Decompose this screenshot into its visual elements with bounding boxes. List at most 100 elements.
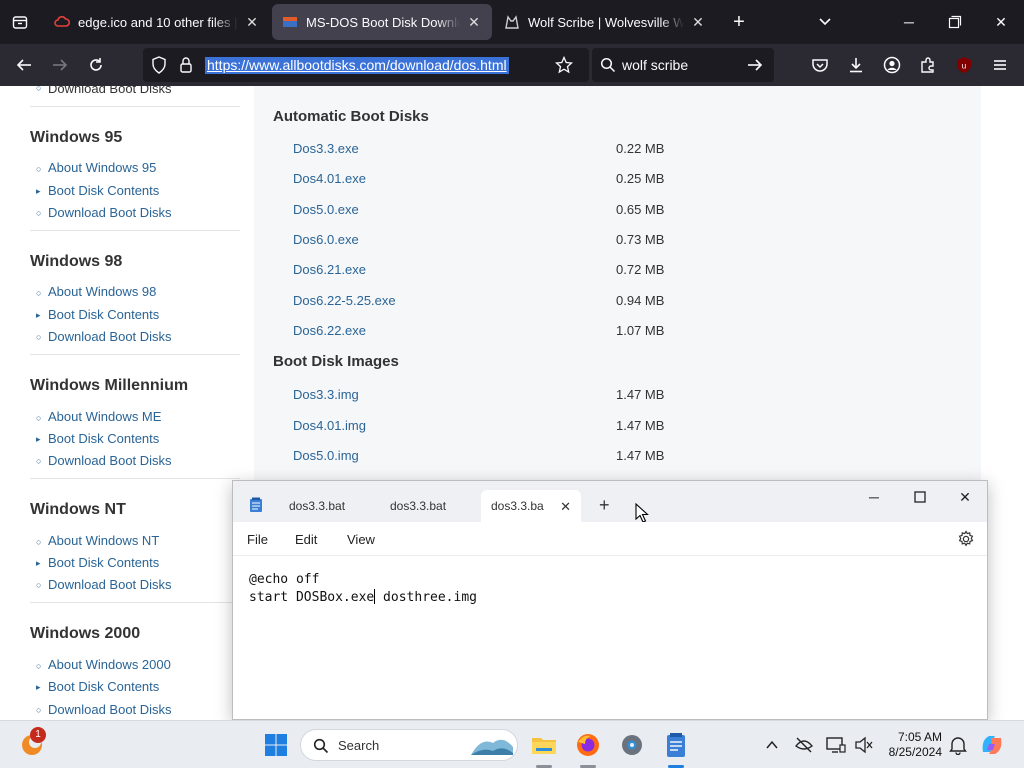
notepad-taskbar-icon[interactable]	[662, 731, 690, 759]
sidebar-link-contents[interactable]: Boot Disk Contents	[48, 679, 159, 694]
url-text[interactable]: https://www.allbootdisks.com/download/do…	[205, 57, 509, 74]
sidebar-link-download[interactable]: Download Boot Disks	[48, 702, 172, 717]
file-download-link[interactable]: Dos6.21.exe	[293, 262, 366, 277]
notepad-app-icon	[249, 497, 263, 513]
chevron-down-icon[interactable]	[815, 12, 835, 32]
sidebar-heading-winme: Windows Millennium	[30, 377, 189, 394]
file-download-link[interactable]: Dos5.0.exe	[293, 202, 359, 217]
sidebar-link-download[interactable]: Download Boot Disks	[48, 577, 172, 592]
sidebar-link-about[interactable]: About Windows 98	[48, 284, 156, 299]
close-icon[interactable]: ✕	[690, 14, 706, 30]
volume-muted-icon[interactable]	[850, 731, 878, 759]
menu-file[interactable]: File	[247, 532, 268, 547]
bullet-icon: ○	[36, 580, 42, 590]
minimize-icon[interactable]: ─	[899, 12, 919, 32]
browser-tab-files[interactable]: edge.ico and 10 other files | File ✕	[44, 4, 270, 40]
file-download-link[interactable]: Dos4.01.img	[293, 418, 366, 433]
editor-line-2-rest: dosthree.img	[375, 590, 477, 605]
browser-tab-msdos[interactable]: MS-DOS Boot Disk Download | ✕	[272, 4, 492, 40]
back-arrow-icon[interactable]	[12, 53, 36, 77]
sidebar-heading-winnt: Windows NT	[30, 501, 126, 518]
search-icon	[600, 57, 616, 78]
sidebar-link-about[interactable]: About Windows NT	[48, 533, 159, 548]
go-arrow-icon[interactable]	[746, 56, 764, 79]
svg-text:u: u	[962, 62, 966, 71]
bullet-icon: ○	[36, 288, 42, 298]
url-bar[interactable]: https://www.allbootdisks.com/download/do…	[143, 48, 589, 82]
taskbar-search-box[interactable]: Search	[300, 729, 518, 761]
sidebar-link-about[interactable]: About Windows 2000	[48, 657, 171, 672]
extensions-icon[interactable]	[916, 53, 940, 77]
firefox-icon[interactable]	[574, 731, 602, 759]
search-input[interactable]: wolf scribe	[622, 57, 688, 73]
file-size: 1.47 MB	[616, 448, 665, 463]
bookmark-star-icon[interactable]	[554, 55, 574, 79]
gear-icon[interactable]	[957, 530, 975, 548]
file-size: 1.47 MB	[616, 417, 665, 433]
display-icon[interactable]	[822, 731, 850, 759]
close-window-icon[interactable]: ✕	[991, 12, 1011, 32]
notepad-tab[interactable]: dos3.3.bat	[279, 490, 379, 522]
file-download-link[interactable]: Dos6.22-5.25.exe	[293, 293, 396, 308]
file-download-link[interactable]: Dos3.3.img	[293, 387, 359, 402]
notepad-titlebar: dos3.3.bat dos3.3.bat dos3.3.ba ✕ + ─ ✕	[233, 481, 987, 523]
pocket-icon[interactable]	[808, 53, 832, 77]
close-icon[interactable]: ✕	[560, 499, 571, 515]
notepad-tab[interactable]: dos3.3.bat	[380, 490, 480, 522]
close-window-icon[interactable]: ✕	[955, 487, 975, 507]
shield-icon[interactable]	[151, 56, 167, 79]
hamburger-menu-icon[interactable]	[988, 53, 1012, 77]
copilot-icon[interactable]	[978, 731, 1006, 759]
notepad-menubar: File Edit View	[233, 522, 987, 556]
sidebar-link-about[interactable]: About Windows ME	[48, 409, 161, 424]
minimize-icon[interactable]: ─	[864, 487, 884, 507]
ublock-icon[interactable]: u	[952, 53, 976, 77]
sidebar-link-download[interactable]: Download Boot Disks	[48, 86, 172, 96]
restore-icon[interactable]	[945, 12, 965, 32]
file-download-link[interactable]: Dos5.0.img	[293, 448, 359, 463]
forward-arrow-icon[interactable]	[48, 53, 72, 77]
download-icon[interactable]	[844, 53, 868, 77]
menu-view[interactable]: View	[347, 532, 375, 547]
file-download-link[interactable]: Dos6.22.exe	[293, 323, 366, 338]
cloud-icon	[54, 14, 70, 30]
close-icon[interactable]: ✕	[244, 14, 260, 30]
account-icon[interactable]	[880, 53, 904, 77]
sidebar-link-download[interactable]: Download Boot Disks	[48, 329, 172, 344]
sidebar-link-about[interactable]: About Windows 95	[48, 160, 156, 175]
taskbar-clock[interactable]: 7:05 AM 8/25/2024	[886, 730, 942, 760]
maximize-icon[interactable]	[910, 487, 930, 507]
file-download-link[interactable]: Dos6.0.exe	[293, 232, 359, 247]
sidebar-link-contents[interactable]: Boot Disk Contents	[48, 307, 159, 322]
reload-icon[interactable]	[84, 53, 108, 77]
sidebar-link-download[interactable]: Download Boot Disks	[48, 453, 172, 468]
sidebar-link-contents[interactable]: Boot Disk Contents	[48, 183, 159, 198]
notepad-tab-active[interactable]: dos3.3.ba ✕	[481, 490, 581, 522]
wolf-icon	[504, 14, 520, 30]
sidebar-link-contents[interactable]: Boot Disk Contents	[48, 431, 159, 446]
browser-tab-bar: edge.ico and 10 other files | File ✕ MS-…	[0, 0, 1024, 44]
sidebar-link-download[interactable]: Download Boot Disks	[48, 205, 172, 220]
lock-icon[interactable]	[179, 56, 193, 79]
divider	[30, 106, 240, 107]
menu-edit[interactable]: Edit	[295, 532, 317, 547]
close-icon[interactable]: ✕	[466, 14, 482, 30]
tab-overview-icon[interactable]	[8, 10, 32, 34]
triangle-bullet-icon: ▸	[36, 310, 41, 320]
search-icon	[313, 738, 329, 759]
chevron-up-icon[interactable]	[758, 731, 786, 759]
new-tab-button[interactable]: +	[728, 11, 750, 33]
notification-bell-icon[interactable]	[944, 731, 972, 759]
file-download-link[interactable]: Dos4.01.exe	[293, 171, 366, 186]
notepad-new-tab-button[interactable]: +	[599, 495, 610, 516]
file-download-link[interactable]: Dos3.3.exe	[293, 141, 359, 156]
notepad-editor[interactable]: @echo off start DOSBox.exe dosthree.img	[249, 571, 477, 607]
sidebar-link-contents[interactable]: Boot Disk Contents	[48, 555, 159, 570]
settings-gear-icon[interactable]	[618, 731, 646, 759]
network-disconnected-icon[interactable]	[790, 731, 818, 759]
windows-start-icon[interactable]	[262, 731, 290, 759]
file-explorer-icon[interactable]	[530, 731, 558, 759]
search-bar[interactable]: wolf scribe	[592, 48, 774, 82]
file-size: 0.94 MB	[616, 292, 665, 308]
browser-tab-wolf-scribe[interactable]: Wolf Scribe | Wolvesville Wiki | ✕	[494, 4, 716, 40]
